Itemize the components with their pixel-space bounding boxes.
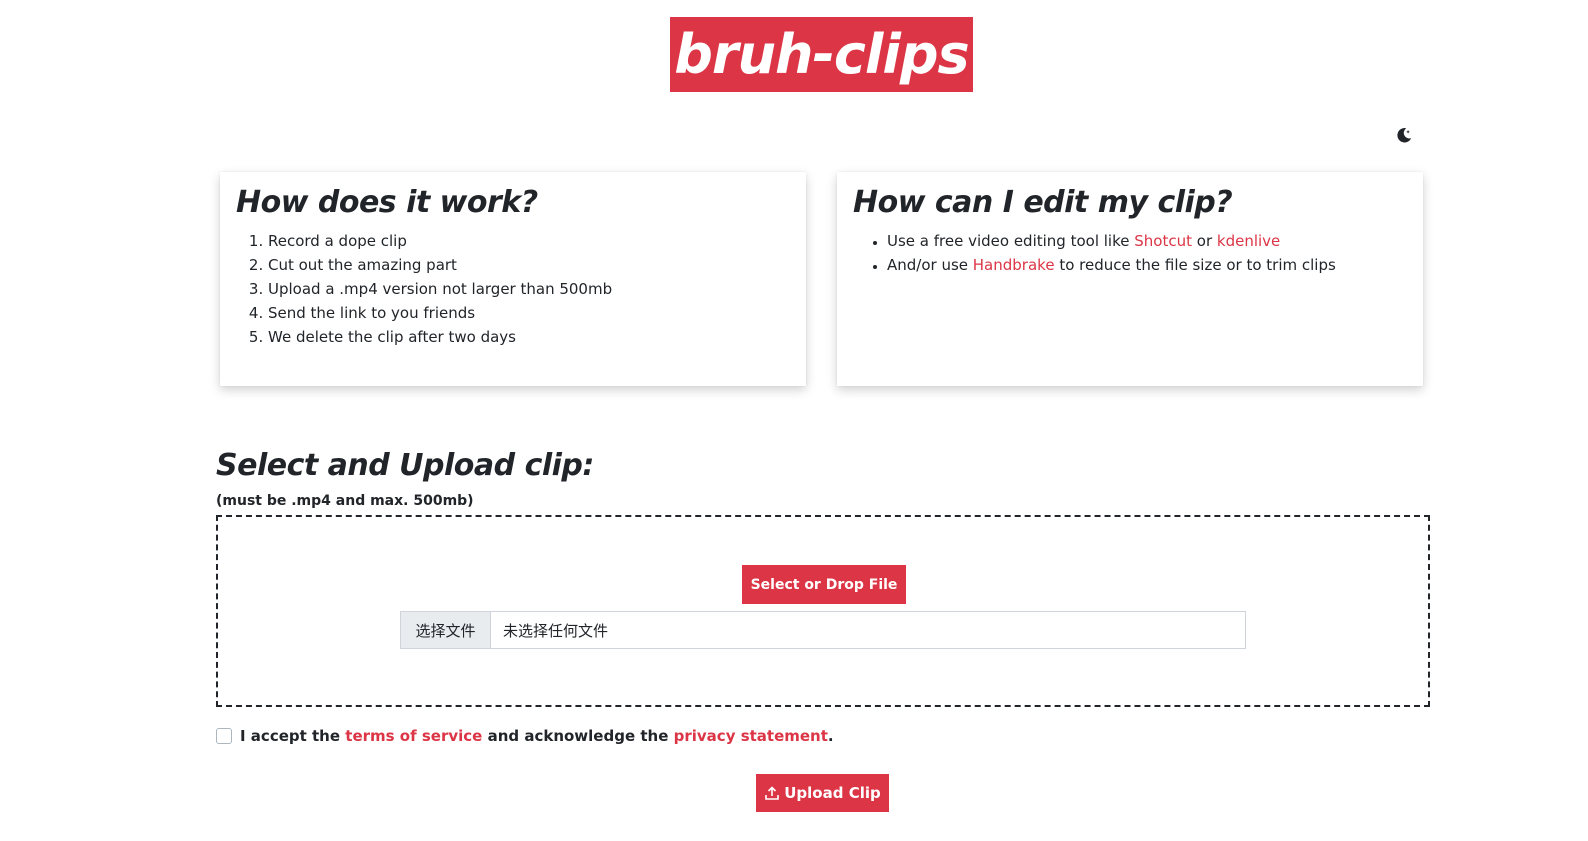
- edit-clip-card: How can I edit my clip? Use a free video…: [837, 172, 1423, 386]
- list-item: Send the link to you friends: [268, 301, 790, 325]
- list-item: Cut out the amazing part: [268, 253, 790, 277]
- terms-text: I accept the: [240, 727, 341, 745]
- upload-icon: [765, 786, 780, 800]
- choose-file-button[interactable]: 选择文件: [401, 612, 491, 648]
- moon-icon: [1397, 128, 1412, 143]
- tip-text: or: [1192, 231, 1217, 250]
- terms-text: .: [827, 727, 834, 745]
- how-it-works-title: How does it work?: [236, 185, 538, 220]
- theme-toggle-button[interactable]: [1393, 124, 1415, 146]
- terms-of-service-link[interactable]: terms of service: [345, 727, 482, 745]
- file-status-text: 未选择任何文件: [503, 621, 609, 640]
- list-item: And/or use Handbrake to reduce the file …: [887, 253, 1407, 277]
- list-item: Use a free video editing tool like Shotc…: [887, 229, 1407, 253]
- upload-requirements-note: (must be .mp4 and max. 500mb): [216, 493, 474, 509]
- edit-tips-list: Use a free video editing tool like Shotc…: [853, 229, 1407, 277]
- terms-text: and acknowledge the: [487, 727, 669, 745]
- select-file-button[interactable]: Select or Drop File: [742, 565, 906, 604]
- upload-section-title: Select and Upload clip:: [216, 448, 594, 483]
- site-logo[interactable]: bruh-clips: [670, 17, 973, 92]
- accept-terms-checkbox[interactable]: [216, 728, 232, 744]
- edit-clip-title: How can I edit my clip?: [853, 185, 1233, 220]
- list-item: Record a dope clip: [268, 229, 790, 253]
- file-drop-zone[interactable]: Select or Drop File 选择文件 未选择任何文件: [216, 515, 1430, 707]
- privacy-statement-link[interactable]: privacy statement: [674, 727, 828, 745]
- handbrake-link[interactable]: Handbrake: [973, 256, 1055, 274]
- file-input[interactable]: 选择文件 未选择任何文件: [400, 611, 1246, 649]
- tip-text: to reduce the file size or to trim clips: [1054, 255, 1336, 274]
- list-item: We delete the clip after two days: [268, 325, 790, 349]
- terms-row: I accept the terms of service and acknow…: [216, 727, 834, 745]
- tip-text: And/or use: [887, 255, 973, 274]
- tip-text: Use a free video editing tool like: [887, 231, 1135, 250]
- shotcut-link[interactable]: Shotcut: [1134, 232, 1192, 250]
- how-it-works-card: How does it work? Record a dope clip Cut…: [220, 172, 806, 386]
- upload-clip-label: Upload Clip: [784, 784, 881, 802]
- steps-list: Record a dope clip Cut out the amazing p…: [236, 229, 790, 349]
- list-item: Upload a .mp4 version not larger than 50…: [268, 277, 790, 301]
- kdenlive-link[interactable]: kdenlive: [1217, 232, 1280, 250]
- upload-clip-button[interactable]: Upload Clip: [756, 774, 889, 812]
